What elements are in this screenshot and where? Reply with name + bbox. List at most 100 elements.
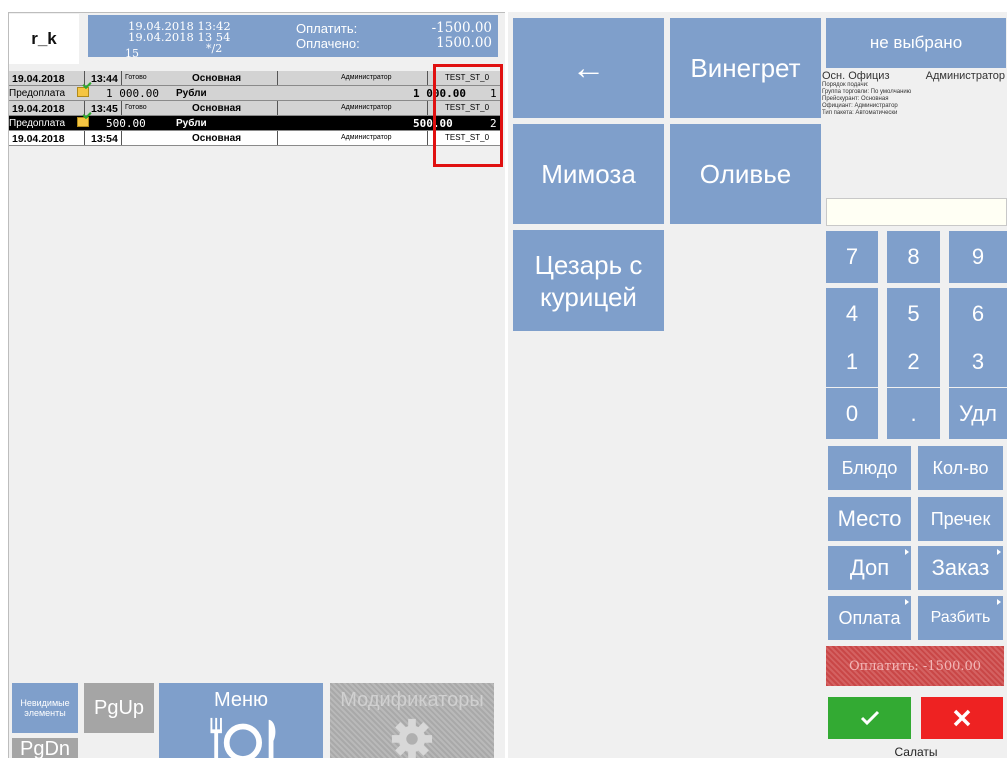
submenu-arrow-icon (905, 549, 909, 555)
dish-label: Блюдо (841, 457, 898, 478)
trade-group: Группа торговли: По умолчанию (822, 89, 912, 95)
payment-currency: Рубли (176, 118, 207, 129)
cancel-button[interactable] (921, 697, 1003, 739)
order-dates: 19.04.2018 13:42 19.04.2018 13 54 (128, 20, 231, 43)
page-up-button[interactable]: PgUp (84, 683, 154, 733)
payment-label: Предоплата (9, 118, 66, 129)
dish-mimosa[interactable]: Мимоза (513, 124, 664, 224)
serve-order: Порядок подачи: (822, 82, 869, 88)
precheck-button[interactable]: Пречек (918, 497, 1003, 541)
category-label: Салаты (894, 745, 938, 758)
to-pay-label: Оплатить: (296, 21, 358, 36)
waiter-row: Осн. Официз Администратор (822, 70, 1007, 82)
key-1[interactable]: 1 (826, 336, 878, 387)
split-label: Разбить (930, 609, 991, 626)
place-label: Место (837, 506, 902, 531)
payment-row-selected[interactable]: Предоплата 500.00 Рубли 500.00 2 (9, 109, 500, 131)
order-hall: Основная (192, 103, 242, 114)
key-9[interactable]: 9 (949, 231, 1007, 283)
order-waiter: Администратор (341, 134, 392, 141)
order-status: Готово (125, 104, 147, 111)
key-0[interactable]: 0 (826, 388, 878, 439)
waiter-info: Официант: Администратор (822, 103, 898, 109)
submenu-arrow-icon (997, 599, 1001, 605)
extra-label: Доп (849, 555, 890, 580)
order-time: 13:44 (91, 73, 118, 85)
admin-label: Администратор (925, 70, 1005, 82)
numeric-input[interactable] (826, 198, 1007, 226)
dish-caesar[interactable]: Цезарь с курицей (513, 230, 664, 331)
order-status: Готово (125, 74, 147, 81)
guest-select-button[interactable]: не выбрано (826, 18, 1006, 68)
order-time: 13:54 (91, 133, 118, 145)
extra-button[interactable]: Доп (828, 546, 911, 590)
payment-label: Оплата (838, 607, 901, 628)
precheck-label: Пречек (930, 508, 991, 529)
dish-button[interactable]: Блюдо (828, 446, 911, 490)
order-waiter: Администратор (341, 104, 392, 111)
order-list: 19.04.2018 13:44 Готово Основная Админис… (9, 71, 500, 146)
dish-vinegret[interactable]: Винегрет (670, 18, 821, 118)
order-hall: Основная (192, 73, 242, 84)
payment-labels: Оплатить: Оплачено: (296, 21, 360, 51)
order-date: 19.04.2018 (12, 103, 65, 115)
order-date: 19.04.2018 (12, 73, 65, 85)
highlight-box (433, 64, 503, 167)
logo: r_k (9, 14, 79, 64)
payment-button[interactable]: Оплата (828, 596, 911, 640)
modifiers-button[interactable]: Модификаторы (330, 683, 494, 758)
price-list: Прейскурант: Основная (822, 96, 889, 102)
package-type: Тип пакета: Автоматически (822, 110, 898, 116)
key-delete[interactable]: Удл (949, 388, 1007, 439)
submenu-arrow-icon (997, 549, 1001, 555)
key-dot[interactable]: . (887, 388, 940, 439)
main-waiter-label: Осн. Официз (822, 70, 890, 82)
key-8[interactable]: 8 (887, 231, 940, 283)
paid-value: 1500.00 (436, 35, 492, 51)
table-number: */2 (206, 42, 223, 55)
menu-button[interactable]: Меню (159, 683, 323, 758)
key-6[interactable]: 6 (949, 288, 1007, 339)
payment-amount: 500.00 (106, 117, 146, 130)
guest-count: 15 (125, 47, 139, 60)
key-2[interactable]: 2 (887, 336, 940, 387)
key-3[interactable]: 3 (949, 336, 1007, 387)
order-row[interactable]: 19.04.2018 13:54 Основная Администратор … (9, 131, 500, 146)
page-down-button[interactable]: PgDn (12, 738, 78, 758)
order-date: 19.04.2018 (12, 133, 65, 145)
payment-amount: 1 000.00 (106, 87, 159, 100)
modifiers-label: Модификаторы (340, 689, 484, 711)
order-label: Заказ (931, 555, 990, 580)
to-pay-value: -1500.00 (431, 20, 492, 36)
quantity-label: Кол-во (932, 457, 989, 478)
quantity-button[interactable]: Кол-во (918, 446, 1003, 490)
invisible-elements-button[interactable]: Невидимые элементы (12, 683, 78, 733)
payment-currency: Рубли (176, 88, 207, 99)
order-waiter: Администратор (341, 74, 392, 81)
folder-icon (77, 87, 89, 97)
gear-icon (391, 718, 433, 758)
order-time: 13:45 (91, 103, 118, 115)
order-header: 19.04.2018 13:42 19.04.2018 13 54 15 */2… (88, 15, 498, 60)
payment-label: Предоплата (9, 88, 66, 99)
payment-row[interactable]: Предоплата 1 000.00 Рубли 1 000.00 1 (9, 79, 500, 101)
ok-button[interactable] (828, 697, 911, 739)
payment-values: -1500.00 1500.00 (432, 21, 492, 51)
order-hall: Основная (192, 133, 242, 144)
split-button[interactable]: Разбить (918, 596, 1003, 640)
menu-label: Меню (213, 689, 269, 711)
back-button[interactable]: ← (513, 18, 664, 118)
key-4[interactable]: 4 (826, 288, 878, 339)
submenu-arrow-icon (905, 599, 909, 605)
order-button[interactable]: Заказ (918, 546, 1003, 590)
key-5[interactable]: 5 (887, 288, 940, 339)
place-button[interactable]: Место (828, 497, 911, 541)
key-7[interactable]: 7 (826, 231, 878, 283)
checkmark-icon (860, 710, 879, 726)
paid-label: Оплачено: (296, 36, 360, 51)
pay-button[interactable]: Оплатить: -1500.00 (826, 646, 1004, 686)
dish-olivie[interactable]: Оливье (670, 124, 821, 224)
folder-icon (77, 117, 89, 127)
order-info: Осн. Официз Администратор Порядок подачи:… (822, 70, 1007, 117)
plate-icon (210, 717, 276, 758)
